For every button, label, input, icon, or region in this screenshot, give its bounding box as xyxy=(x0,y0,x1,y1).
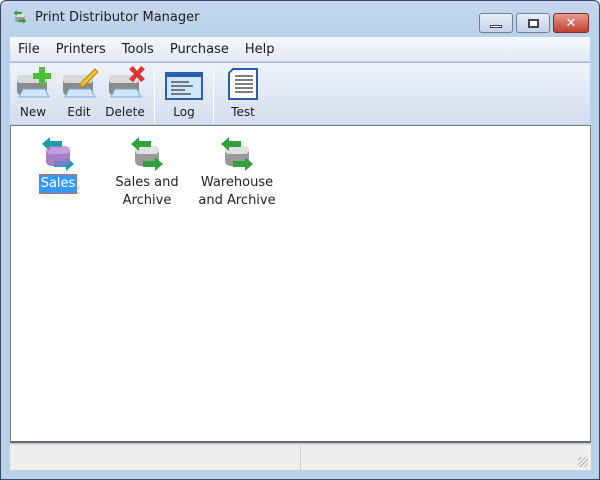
item-label: Warehouse and Archive xyxy=(198,175,276,208)
menu-bar: File Printers Tools Purchase Help xyxy=(10,37,590,61)
close-button[interactable]: ✕ xyxy=(553,13,589,33)
toolbar-separator xyxy=(154,69,155,123)
test-document-icon xyxy=(228,68,258,100)
test-button[interactable]: Test xyxy=(220,65,266,123)
test-label: Test xyxy=(231,105,255,119)
status-panel-1 xyxy=(10,445,301,470)
title-bar: Print Distributor Manager xyxy=(11,9,200,25)
distributor-icon xyxy=(38,134,78,174)
distributor-list[interactable]: Sales Sales and Archive Warehouse and Ar… xyxy=(10,125,591,443)
resize-grip-icon[interactable] xyxy=(578,457,588,467)
app-icon xyxy=(11,9,29,25)
delete-button[interactable]: Delete xyxy=(102,65,148,123)
item-label: Sales xyxy=(38,174,78,194)
status-bar xyxy=(10,444,591,470)
app-window: Print Distributor Manager ✕ File Printer… xyxy=(0,0,600,480)
menu-printers[interactable]: Printers xyxy=(48,42,114,57)
list-item-sales[interactable]: Sales xyxy=(13,134,103,194)
log-label: Log xyxy=(173,105,195,119)
delete-label: Delete xyxy=(105,105,145,119)
toolbar-separator xyxy=(213,69,214,123)
menu-purchase[interactable]: Purchase xyxy=(162,42,237,57)
edit-label: Edit xyxy=(67,105,91,119)
close-icon: ✕ xyxy=(565,15,577,31)
list-item-sales-and-archive[interactable]: Sales and Archive xyxy=(102,134,192,210)
status-panel-2 xyxy=(301,445,591,470)
printer-edit-icon xyxy=(59,68,99,103)
distributor-icon xyxy=(217,134,257,174)
menu-file[interactable]: File xyxy=(10,42,48,57)
minimize-button[interactable] xyxy=(479,13,513,33)
menu-help[interactable]: Help xyxy=(237,42,283,57)
new-button[interactable]: New xyxy=(10,65,56,123)
window-title: Print Distributor Manager xyxy=(35,9,200,25)
printer-delete-icon xyxy=(105,66,145,103)
maximize-icon xyxy=(527,18,539,28)
log-window-icon xyxy=(165,72,203,100)
edit-button[interactable]: Edit xyxy=(56,65,102,123)
list-item-warehouse-and-archive[interactable]: Warehouse and Archive xyxy=(192,134,282,210)
distributor-icon xyxy=(127,134,167,174)
toolbar: New Edit Delete Log Test xyxy=(10,62,590,124)
log-button[interactable]: Log xyxy=(161,65,207,123)
new-label: New xyxy=(19,105,47,119)
printer-add-icon xyxy=(13,67,51,103)
maximize-button[interactable] xyxy=(516,13,550,33)
item-label: Sales and Archive xyxy=(115,175,179,208)
minimize-icon xyxy=(490,24,502,28)
menu-tools[interactable]: Tools xyxy=(114,42,162,57)
